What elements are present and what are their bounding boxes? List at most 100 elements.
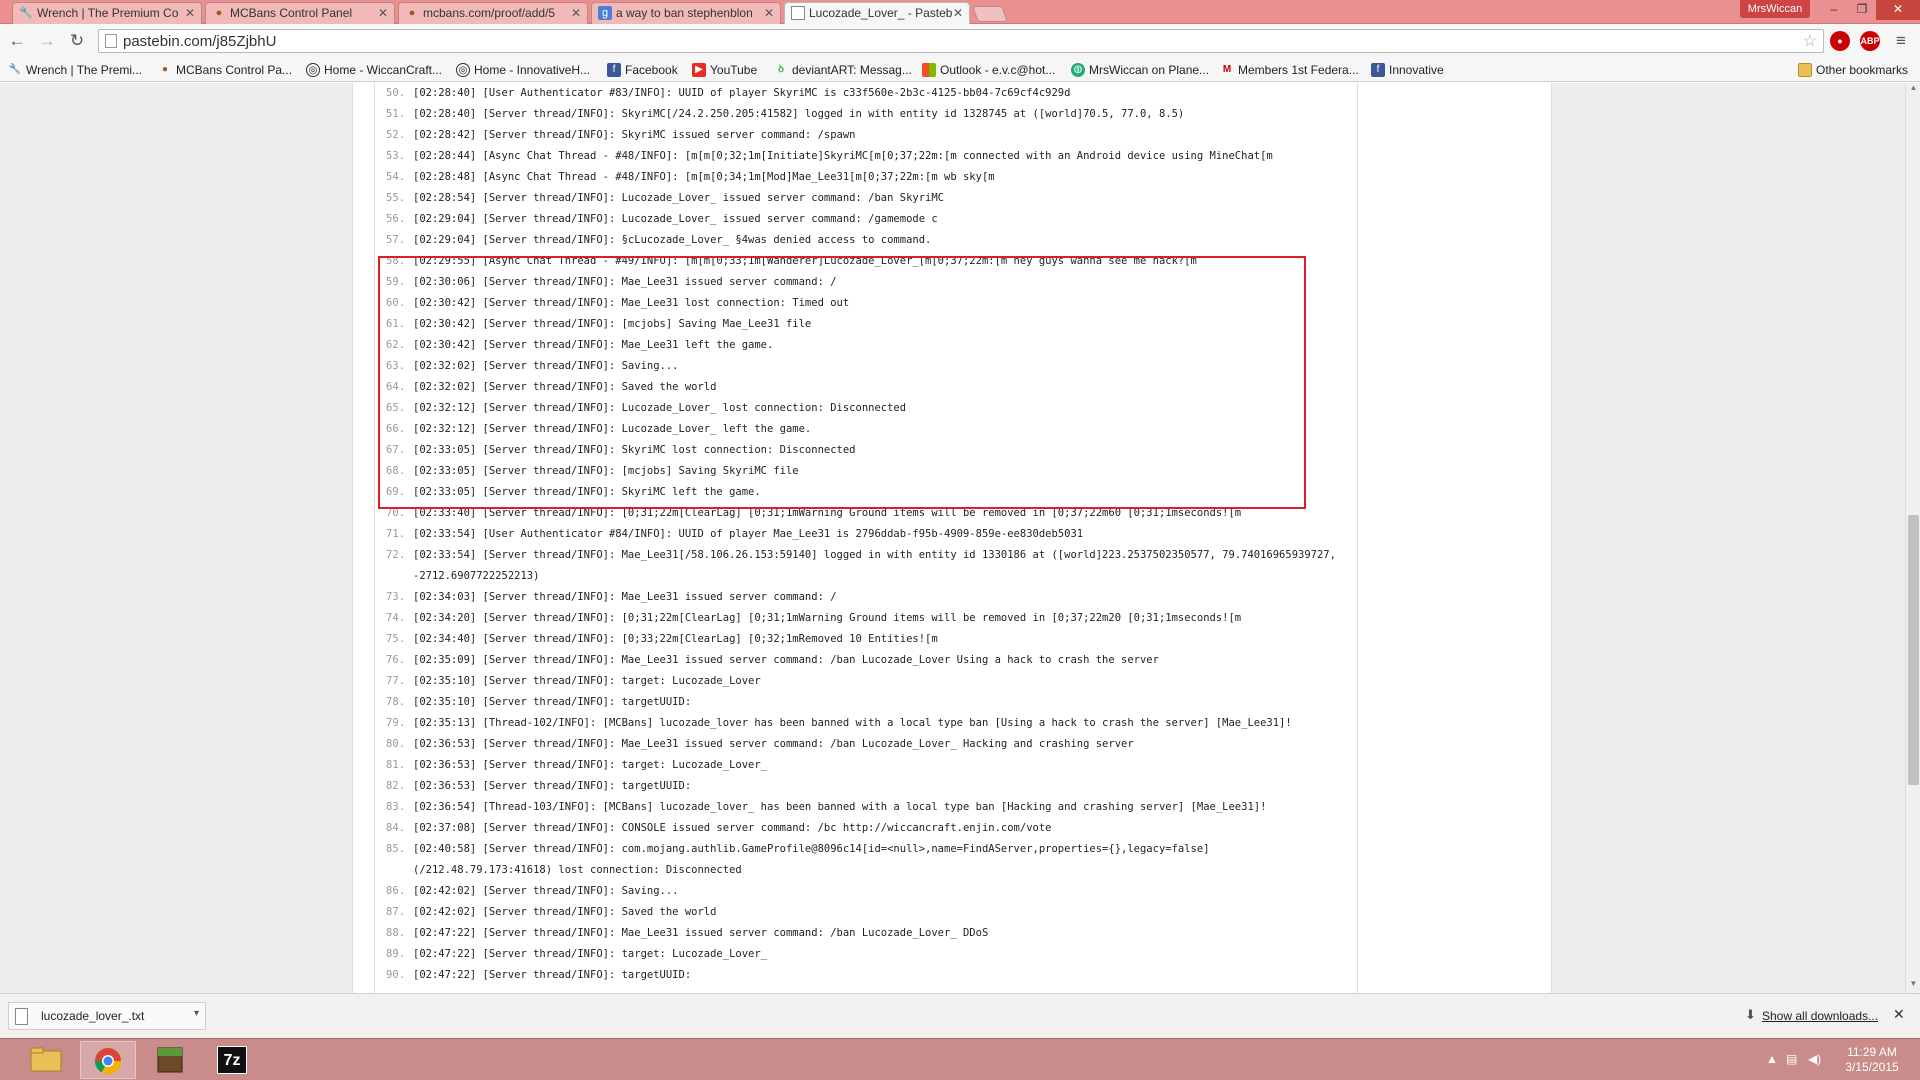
line-number: 79.: [386, 717, 405, 729]
log-line: 74. [02:34:20] [Server thread/INFO]: [0;3…: [375, 608, 1359, 629]
line-number: 89.: [386, 948, 405, 960]
bookmark-innovative[interactable]: f Innovative: [1371, 61, 1444, 79]
user-profile-badge[interactable]: MrsWiccan: [1740, 0, 1810, 18]
adblock-plus-icon[interactable]: ABP: [1860, 31, 1880, 51]
window-close-icon[interactable]: ✕: [1876, 0, 1920, 20]
scroll-down-arrow-icon[interactable]: ▼: [1906, 979, 1920, 993]
chevron-down-icon[interactable]: ▾: [194, 1008, 199, 1019]
close-icon[interactable]: ✕: [953, 3, 963, 23]
wiccancraft-icon: ◎: [306, 63, 320, 77]
show-all-downloads-link[interactable]: Show all downloads...: [1762, 1009, 1878, 1023]
bookmarks-bar: 🔧 Wrench | The Premi... ● MCBans Control P…: [0, 58, 1920, 82]
close-icon[interactable]: ✕: [1893, 1006, 1905, 1023]
line-text: [02:28:40] [User Authenticator #83/INFO]…: [413, 87, 1071, 99]
log-line: 50. [02:28:40] [User Authenticator #83/IN…: [375, 83, 1359, 104]
innovative-icon: ◎: [456, 63, 470, 77]
bookmark-label: Other bookmarks: [1816, 63, 1909, 77]
line-text: [02:35:10] [Server thread/INFO]: targetU…: [413, 696, 692, 708]
close-icon[interactable]: ✕: [764, 3, 774, 23]
line-number: 71.: [386, 528, 405, 540]
restore-icon[interactable]: ❐: [1848, 0, 1876, 20]
other-bookmarks[interactable]: Other bookmarks: [1798, 61, 1908, 79]
download-shelf: lucozade_lover_.txt ▾ ⬇ Show all downloa…: [0, 993, 1920, 1038]
address-bar[interactable]: pastebin.com/j85ZjbhU ☆: [98, 29, 1824, 53]
minimize-icon[interactable]: –: [1820, 0, 1848, 20]
folder-icon: [1798, 63, 1812, 77]
line-number: 80.: [386, 738, 405, 750]
line-number: 54.: [386, 171, 405, 183]
download-arrow-icon: ⬇: [1745, 1007, 1756, 1022]
bookmark-wiccancraft[interactable]: ◎ Home - WiccanCraft...: [306, 61, 442, 79]
browser-toolbar: ← → ↻ pastebin.com/j85ZjbhU ☆ ● ABP ≡: [0, 24, 1920, 58]
tab-wrench[interactable]: 🔧 Wrench | The Premium Co ✕: [12, 2, 202, 24]
url-text[interactable]: pastebin.com/j85ZjbhU: [123, 32, 276, 52]
bookmark-label: YouTube: [710, 63, 758, 77]
line-text: [02:42:02] [Server thread/INFO]: Saving.…: [413, 885, 679, 897]
bookmark-members-1st[interactable]: M Members 1st Federa...: [1220, 61, 1359, 79]
file-explorer-button[interactable]: [18, 1041, 74, 1079]
log-line: 77. [02:35:10] [Server thread/INFO]: targ…: [375, 671, 1359, 692]
bookmark-star-icon[interactable]: ☆: [1803, 31, 1817, 51]
log-line: 53. [02:28:44] [Async Chat Thread - #48/I…: [375, 146, 1359, 167]
bookmark-planet[interactable]: ◍ MrsWiccan on Plane...: [1071, 61, 1209, 79]
line-text: [02:29:04] [Server thread/INFO]: §cLucoz…: [413, 234, 932, 246]
scroll-up-arrow-icon[interactable]: ▲: [1906, 83, 1920, 97]
globe-icon: ◍: [1071, 63, 1085, 77]
tab-mcbans[interactable]: ● MCBans Control Panel ✕: [205, 2, 395, 24]
log-line: 71. [02:33:54] [User Authenticator #84/IN…: [375, 524, 1359, 545]
wrench-icon: 🔧: [8, 64, 22, 75]
log-line: 88. [02:47:22] [Server thread/INFO]: Mae_…: [375, 923, 1359, 944]
mcbans-icon: ●: [161, 64, 169, 75]
log-line: 89. [02:47:22] [Server thread/INFO]: targ…: [375, 944, 1359, 965]
line-text: [02:35:10] [Server thread/INFO]: target:…: [413, 675, 761, 687]
bookmark-innovativeh[interactable]: ◎ Home - InnovativeH...: [456, 61, 590, 79]
tab-mcbans-proof[interactable]: ● mcbans.com/proof/add/5 ✕: [398, 2, 588, 24]
bookmark-facebook[interactable]: f Facebook: [607, 61, 678, 79]
log-line: 51. [02:28:40] [Server thread/INFO]: Skyr…: [375, 104, 1359, 125]
line-text: [02:28:40] [Server thread/INFO]: SkyriMC…: [413, 108, 1185, 120]
reload-icon[interactable]: ↻: [66, 30, 88, 52]
vertical-scrollbar[interactable]: ▲ ▼: [1905, 83, 1920, 993]
log-line: 73. [02:34:03] [Server thread/INFO]: Mae_…: [375, 587, 1359, 608]
close-icon[interactable]: ✕: [378, 3, 388, 23]
line-number: 85.: [386, 843, 405, 855]
tab-google-search[interactable]: g a way to ban stephenblon ✕: [591, 2, 781, 24]
tab-pastebin[interactable]: Lucozade_Lover_ - Pasteb ✕: [784, 2, 970, 25]
bookmark-youtube[interactable]: ▶ YouTube: [692, 61, 757, 79]
log-line: 54. [02:28:48] [Async Chat Thread - #48/I…: [375, 167, 1359, 188]
scrollbar-thumb[interactable]: [1908, 515, 1919, 785]
mcbans-icon: ●: [215, 7, 223, 19]
bookmark-label: Outlook - e.v.c@hot...: [940, 63, 1056, 77]
chrome-button[interactable]: [80, 1041, 136, 1079]
new-tab-button[interactable]: [972, 6, 1008, 22]
folder-icon: [30, 1047, 62, 1072]
minecraft-button[interactable]: [142, 1041, 198, 1079]
line-text: [02:35:09] [Server thread/INFO]: Mae_Lee…: [413, 654, 1159, 666]
log-line: 80. [02:36:53] [Server thread/INFO]: Mae_…: [375, 734, 1359, 755]
system-clock[interactable]: 11:29 AM 3/15/2015: [1832, 1045, 1912, 1075]
volume-icon[interactable]: ◀): [1808, 1052, 1821, 1066]
bookmark-mcbans[interactable]: ● MCBans Control Pa...: [158, 61, 292, 79]
tray-expand-icon[interactable]: ▲: [1766, 1052, 1778, 1066]
bookmark-wrench[interactable]: 🔧 Wrench | The Premi...: [8, 61, 142, 79]
wrench-icon: 🔧: [19, 7, 33, 19]
forward-arrow-icon[interactable]: →: [36, 30, 58, 52]
clock-date: 3/15/2015: [1845, 1060, 1899, 1074]
network-icon[interactable]: ▤: [1786, 1052, 1797, 1066]
bookmark-deviantart[interactable]: ꝺ deviantART: Messag...: [774, 61, 912, 79]
line-text: [02:47:22] [Server thread/INFO]: Mae_Lee…: [413, 927, 989, 939]
7zip-button[interactable]: 7z: [204, 1041, 260, 1079]
back-arrow-icon[interactable]: ←: [6, 30, 28, 52]
line-number: 50.: [386, 87, 405, 99]
close-icon[interactable]: ✕: [185, 3, 195, 23]
menu-icon[interactable]: ≡: [1890, 30, 1912, 52]
download-item[interactable]: lucozade_lover_.txt ▾: [8, 1002, 206, 1030]
bookmark-outlook[interactable]: Outlook - e.v.c@hot...: [922, 61, 1055, 79]
line-text: [02:28:54] [Server thread/INFO]: Lucozad…: [413, 192, 945, 204]
line-text: [02:36:53] [Server thread/INFO]: targetU…: [413, 780, 692, 792]
record-extension-icon[interactable]: ●: [1830, 31, 1850, 51]
line-number: 55.: [386, 192, 405, 204]
close-icon[interactable]: ✕: [571, 3, 581, 23]
line-number: 56.: [386, 213, 405, 225]
line-number: 74.: [386, 612, 405, 624]
